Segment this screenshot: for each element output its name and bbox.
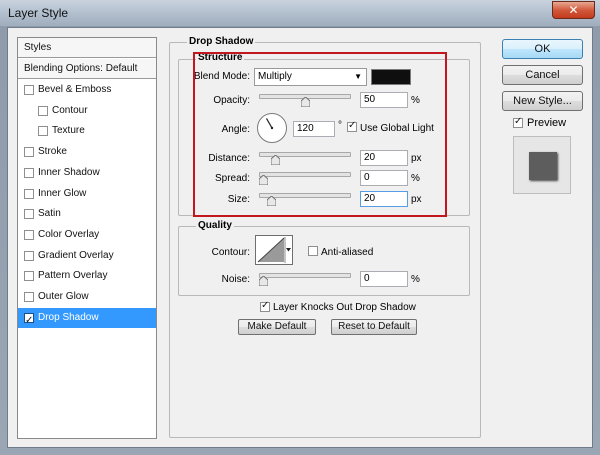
- new-style-label: New Style...: [513, 95, 572, 107]
- reset-default-label: Reset to Default: [338, 321, 410, 332]
- knocks-out-checkbox[interactable]: [260, 300, 270, 312]
- checkbox-icon[interactable]: [24, 188, 34, 199]
- checkbox-icon[interactable]: [24, 147, 34, 158]
- styles-list: Styles Blending Options: Default Bevel &…: [17, 37, 157, 439]
- anti-aliased-label: Anti-aliased: [321, 247, 374, 258]
- style-item-drop-shadow[interactable]: Drop Shadow: [18, 307, 156, 331]
- style-item-inner-glow[interactable]: Inner Glow: [18, 184, 156, 204]
- style-item-label: Bevel & Emboss: [38, 84, 112, 95]
- anti-aliased-checkbox[interactable]: [308, 246, 318, 256]
- contour-label: Contour:: [211, 247, 250, 258]
- contour-picker[interactable]: [255, 235, 293, 265]
- knocks-out-label: Layer Knocks Out Drop Shadow: [273, 302, 416, 313]
- blending-options-item[interactable]: Blending Options: Default: [18, 59, 156, 79]
- checkbox-icon[interactable]: [24, 167, 34, 178]
- style-item-label: Outer Glow: [38, 291, 89, 302]
- checkbox-icon[interactable]: [24, 250, 34, 261]
- style-item-label: Pattern Overlay: [38, 270, 108, 282]
- style-item-label: Stroke: [38, 146, 67, 158]
- noise-label: Noise:: [221, 274, 250, 285]
- style-item-label: Contour: [52, 104, 88, 116]
- style-item-outer-glow[interactable]: Outer Glow: [18, 287, 156, 307]
- noise-slider-track[interactable]: [259, 273, 351, 278]
- blending-options-label: Blending Options: Default: [24, 63, 138, 74]
- checkbox-icon[interactable]: [24, 229, 34, 240]
- style-item-stroke[interactable]: Stroke: [18, 142, 156, 162]
- highlight-outline: [193, 52, 447, 217]
- style-item-contour[interactable]: Contour: [18, 101, 156, 121]
- style-item-satin[interactable]: Satin: [18, 204, 156, 224]
- styles-list-header[interactable]: Styles: [18, 38, 156, 58]
- checkbox-icon[interactable]: [38, 105, 48, 116]
- style-item-label: Inner Shadow: [38, 166, 100, 178]
- window-title: Layer Style: [8, 6, 69, 20]
- title-bar: Layer Style ✕: [0, 0, 600, 26]
- style-item-color-overlay[interactable]: Color Overlay: [18, 225, 156, 245]
- cancel-button[interactable]: Cancel: [502, 65, 583, 85]
- ok-button[interactable]: OK: [502, 39, 583, 59]
- cancel-label: Cancel: [525, 69, 560, 81]
- style-item-label: Satin: [38, 208, 61, 220]
- ok-label: OK: [534, 43, 551, 55]
- checkbox-icon[interactable]: [38, 126, 48, 137]
- reset-default-button[interactable]: Reset to Default: [331, 319, 417, 335]
- style-item-pattern-overlay[interactable]: Pattern Overlay: [18, 266, 156, 286]
- noise-unit: %: [411, 274, 420, 285]
- checkbox-icon[interactable]: [24, 85, 34, 95]
- quality-group: [178, 226, 470, 296]
- close-icon: ✕: [568, 3, 579, 17]
- style-item-bevel-emboss[interactable]: Bevel & Emboss: [18, 80, 156, 100]
- close-button[interactable]: ✕: [552, 1, 595, 19]
- preview-thumbnail: [513, 136, 571, 194]
- checkbox-icon[interactable]: [24, 209, 34, 220]
- checkbox-icon[interactable]: [24, 271, 34, 282]
- make-default-button[interactable]: Make Default: [238, 319, 316, 335]
- new-style-button[interactable]: New Style...: [502, 91, 583, 111]
- preview-label: Preview: [527, 117, 567, 129]
- style-item-gradient-overlay[interactable]: Gradient Overlay: [18, 246, 156, 266]
- style-item-inner-shadow[interactable]: Inner Shadow: [18, 163, 156, 183]
- style-item-label: Texture: [52, 125, 85, 137]
- drop-shadow-title: Drop Shadow: [187, 36, 256, 47]
- dialog-client: Styles Blending Options: Default Bevel &…: [7, 27, 593, 448]
- styles-list-header-label: Styles: [24, 42, 52, 53]
- style-item-label: Gradient Overlay: [38, 249, 114, 261]
- make-default-label: Make Default: [247, 321, 307, 332]
- style-item-label: Drop Shadow: [38, 311, 99, 323]
- style-item-label: Inner Glow: [38, 187, 87, 199]
- noise-slider-thumb-icon[interactable]: [259, 276, 268, 286]
- quality-title: Quality: [196, 220, 234, 231]
- preview-checkbox[interactable]: [513, 116, 523, 128]
- style-item-label: Color Overlay: [38, 228, 100, 240]
- style-item-texture[interactable]: Texture: [18, 121, 156, 141]
- checkbox-icon[interactable]: [24, 292, 34, 302]
- contour-curve-icon: [257, 237, 291, 263]
- checkbox-icon[interactable]: [24, 311, 34, 331]
- noise-input[interactable]: 0: [360, 271, 408, 287]
- preview-swatch: [529, 152, 557, 180]
